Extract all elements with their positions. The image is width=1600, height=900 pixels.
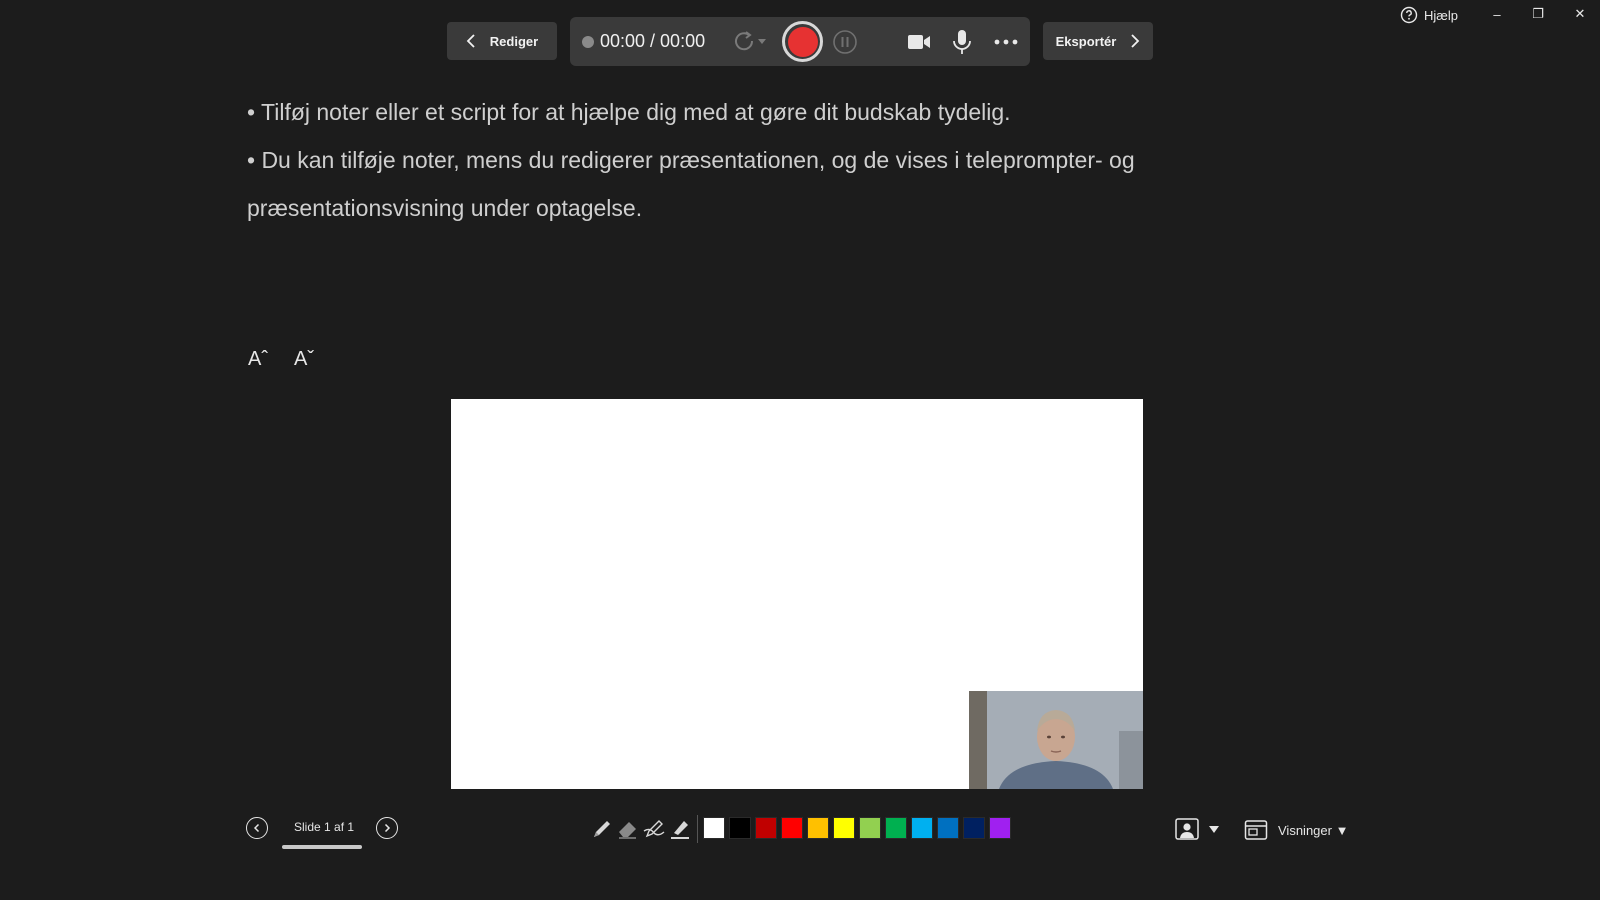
slide-counter-underline: [282, 845, 362, 849]
camera-toggle[interactable]: [906, 29, 932, 55]
highlighter-icon: [671, 821, 689, 839]
note-line-1[interactable]: • Tilføj noter eller et script for at hj…: [247, 99, 1011, 126]
microphone-icon: [953, 30, 971, 54]
eraser-icon: [619, 822, 636, 839]
toolbar-divider: [697, 815, 698, 843]
edit-button[interactable]: Rediger: [447, 22, 557, 60]
camera-mode-icon: [1175, 818, 1199, 840]
next-slide-button[interactable]: [376, 817, 398, 839]
ink-color-green[interactable]: [885, 817, 907, 839]
increase-font-button[interactable]: Aˆ: [248, 348, 268, 371]
ink-color-light-green[interactable]: [859, 817, 881, 839]
slide-counter: Slide 1 af 1: [294, 820, 355, 834]
recording-status-dot: [582, 35, 594, 48]
eraser-tool[interactable]: [616, 817, 640, 841]
decrease-font-button[interactable]: Aˇ: [294, 348, 314, 371]
laser-pen-icon: [643, 820, 665, 838]
more-options-button[interactable]: [992, 29, 1020, 55]
note-line-2[interactable]: • Du kan tilføje noter, mens du redigere…: [247, 147, 1135, 174]
pen-tool[interactable]: [590, 817, 614, 841]
record-button[interactable]: [782, 21, 823, 62]
recording-toolbar: 00:00 / 00:00: [570, 17, 1030, 66]
export-button[interactable]: Eksportér: [1043, 22, 1153, 60]
more-icon: [994, 39, 1018, 45]
laser-pen-tool[interactable]: [642, 817, 666, 841]
camera-mode-button[interactable]: [1174, 816, 1226, 842]
ink-color-dark-red[interactable]: [755, 817, 777, 839]
views-label: Visninger ▼: [1278, 822, 1349, 838]
timer-text: 00:00 / 00:00: [600, 31, 706, 51]
microphone-toggle[interactable]: [950, 28, 974, 56]
pen-icon: [594, 821, 610, 837]
retake-button[interactable]: [730, 29, 770, 55]
previous-slide-button[interactable]: [246, 817, 268, 839]
pause-button[interactable]: [832, 29, 858, 55]
views-button[interactable]: Visninger ▼: [1244, 818, 1348, 842]
edit-label: Rediger: [489, 33, 539, 49]
dropdown-arrow-icon: [1209, 826, 1219, 833]
camera-icon: [908, 35, 930, 49]
ink-color-black[interactable]: [729, 817, 751, 839]
close-button[interactable]: ✕: [1565, 2, 1595, 26]
webcam-preview: [969, 691, 1143, 789]
replay-icon: [735, 31, 766, 51]
note-line-3[interactable]: præsentationsvisning under optagelse.: [247, 195, 642, 222]
help-label: Hjælp: [1424, 7, 1458, 23]
record-dot: [787, 26, 818, 57]
chevron-right-icon: [1131, 34, 1140, 48]
chevron-right-icon: [384, 823, 391, 833]
ink-color-white[interactable]: [703, 817, 725, 839]
chevron-left-icon: [466, 34, 475, 48]
ink-color-orange[interactable]: [807, 817, 829, 839]
help-icon: [1400, 6, 1418, 24]
minimize-button[interactable]: –: [1482, 2, 1512, 26]
ink-color-red[interactable]: [781, 817, 803, 839]
recording-timer: 00:00 / 00:00: [582, 17, 705, 66]
chevron-left-icon: [253, 823, 260, 833]
export-label: Eksportér: [1055, 33, 1117, 49]
ink-color-yellow[interactable]: [833, 817, 855, 839]
highlighter-tool[interactable]: [668, 817, 692, 841]
views-icon: [1244, 820, 1268, 840]
help-button[interactable]: Hjælp: [1400, 4, 1458, 26]
ink-color-light-blue[interactable]: [911, 817, 933, 839]
ink-color-blue[interactable]: [937, 817, 959, 839]
ink-color-purple[interactable]: [989, 817, 1011, 839]
pause-icon: [833, 30, 857, 54]
restore-button[interactable]: ❐: [1523, 2, 1553, 26]
presenter-video: [969, 691, 1143, 789]
ink-color-dark-blue[interactable]: [963, 817, 985, 839]
